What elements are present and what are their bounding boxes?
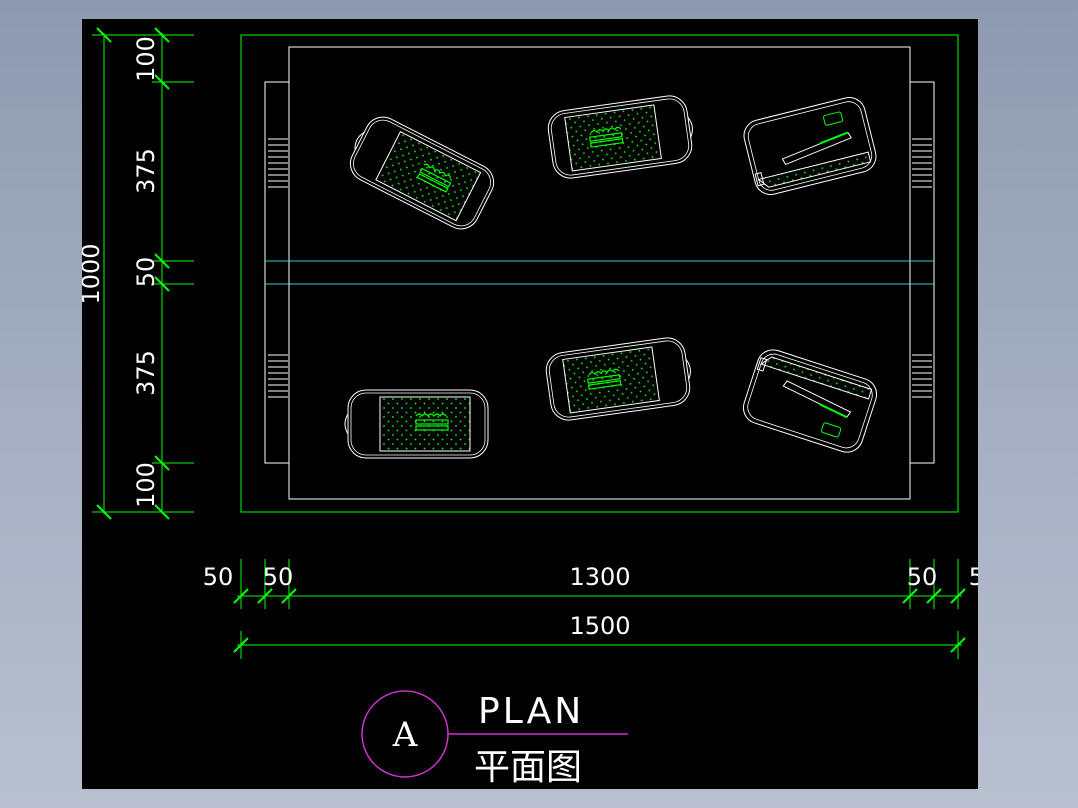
dim-vertical-total: 1000 [82, 243, 105, 304]
car-top-view-icon [742, 349, 878, 453]
car-top-view-icon [743, 97, 877, 195]
car-top-view-icon [545, 92, 698, 182]
dim-horizontal-segment-1: 50 [203, 563, 234, 591]
dim-vertical-segment-4: 375 [132, 350, 160, 396]
car-top-view-icon [340, 108, 501, 236]
dim-horizontal-segment-5: 50 [969, 563, 978, 591]
dim-horizontal-segment-4: 50 [907, 563, 938, 591]
plan-drawing: 1000 100 375 50 375 100 50 50 1300 50 50… [82, 27, 978, 788]
bumper-block-icon [264, 81, 290, 464]
dim-vertical-segment-2: 375 [132, 148, 160, 194]
title-block: A PLAN 平面图 [361, 690, 628, 788]
dim-vertical-segment-5: 100 [132, 462, 160, 508]
car-top-view-icon [543, 334, 696, 424]
dim-horizontal-segment-2: 50 [263, 563, 294, 591]
dim-horizontal-total: 1500 [569, 612, 630, 640]
car-top-view-icon [344, 389, 489, 459]
title-cn: 平面图 [474, 747, 582, 788]
dim-horizontal-segment-3: 1300 [569, 563, 630, 591]
title-letter: A [392, 715, 418, 755]
dim-vertical-segment-3: 50 [132, 257, 160, 288]
bumper-block-icon [909, 81, 935, 464]
outer-boundary [240, 34, 959, 513]
title-en: PLAN [478, 691, 584, 732]
cad-canvas: 1000 100 375 50 375 100 50 50 1300 50 50… [82, 19, 978, 789]
dim-vertical-segment-1: 100 [132, 36, 160, 82]
